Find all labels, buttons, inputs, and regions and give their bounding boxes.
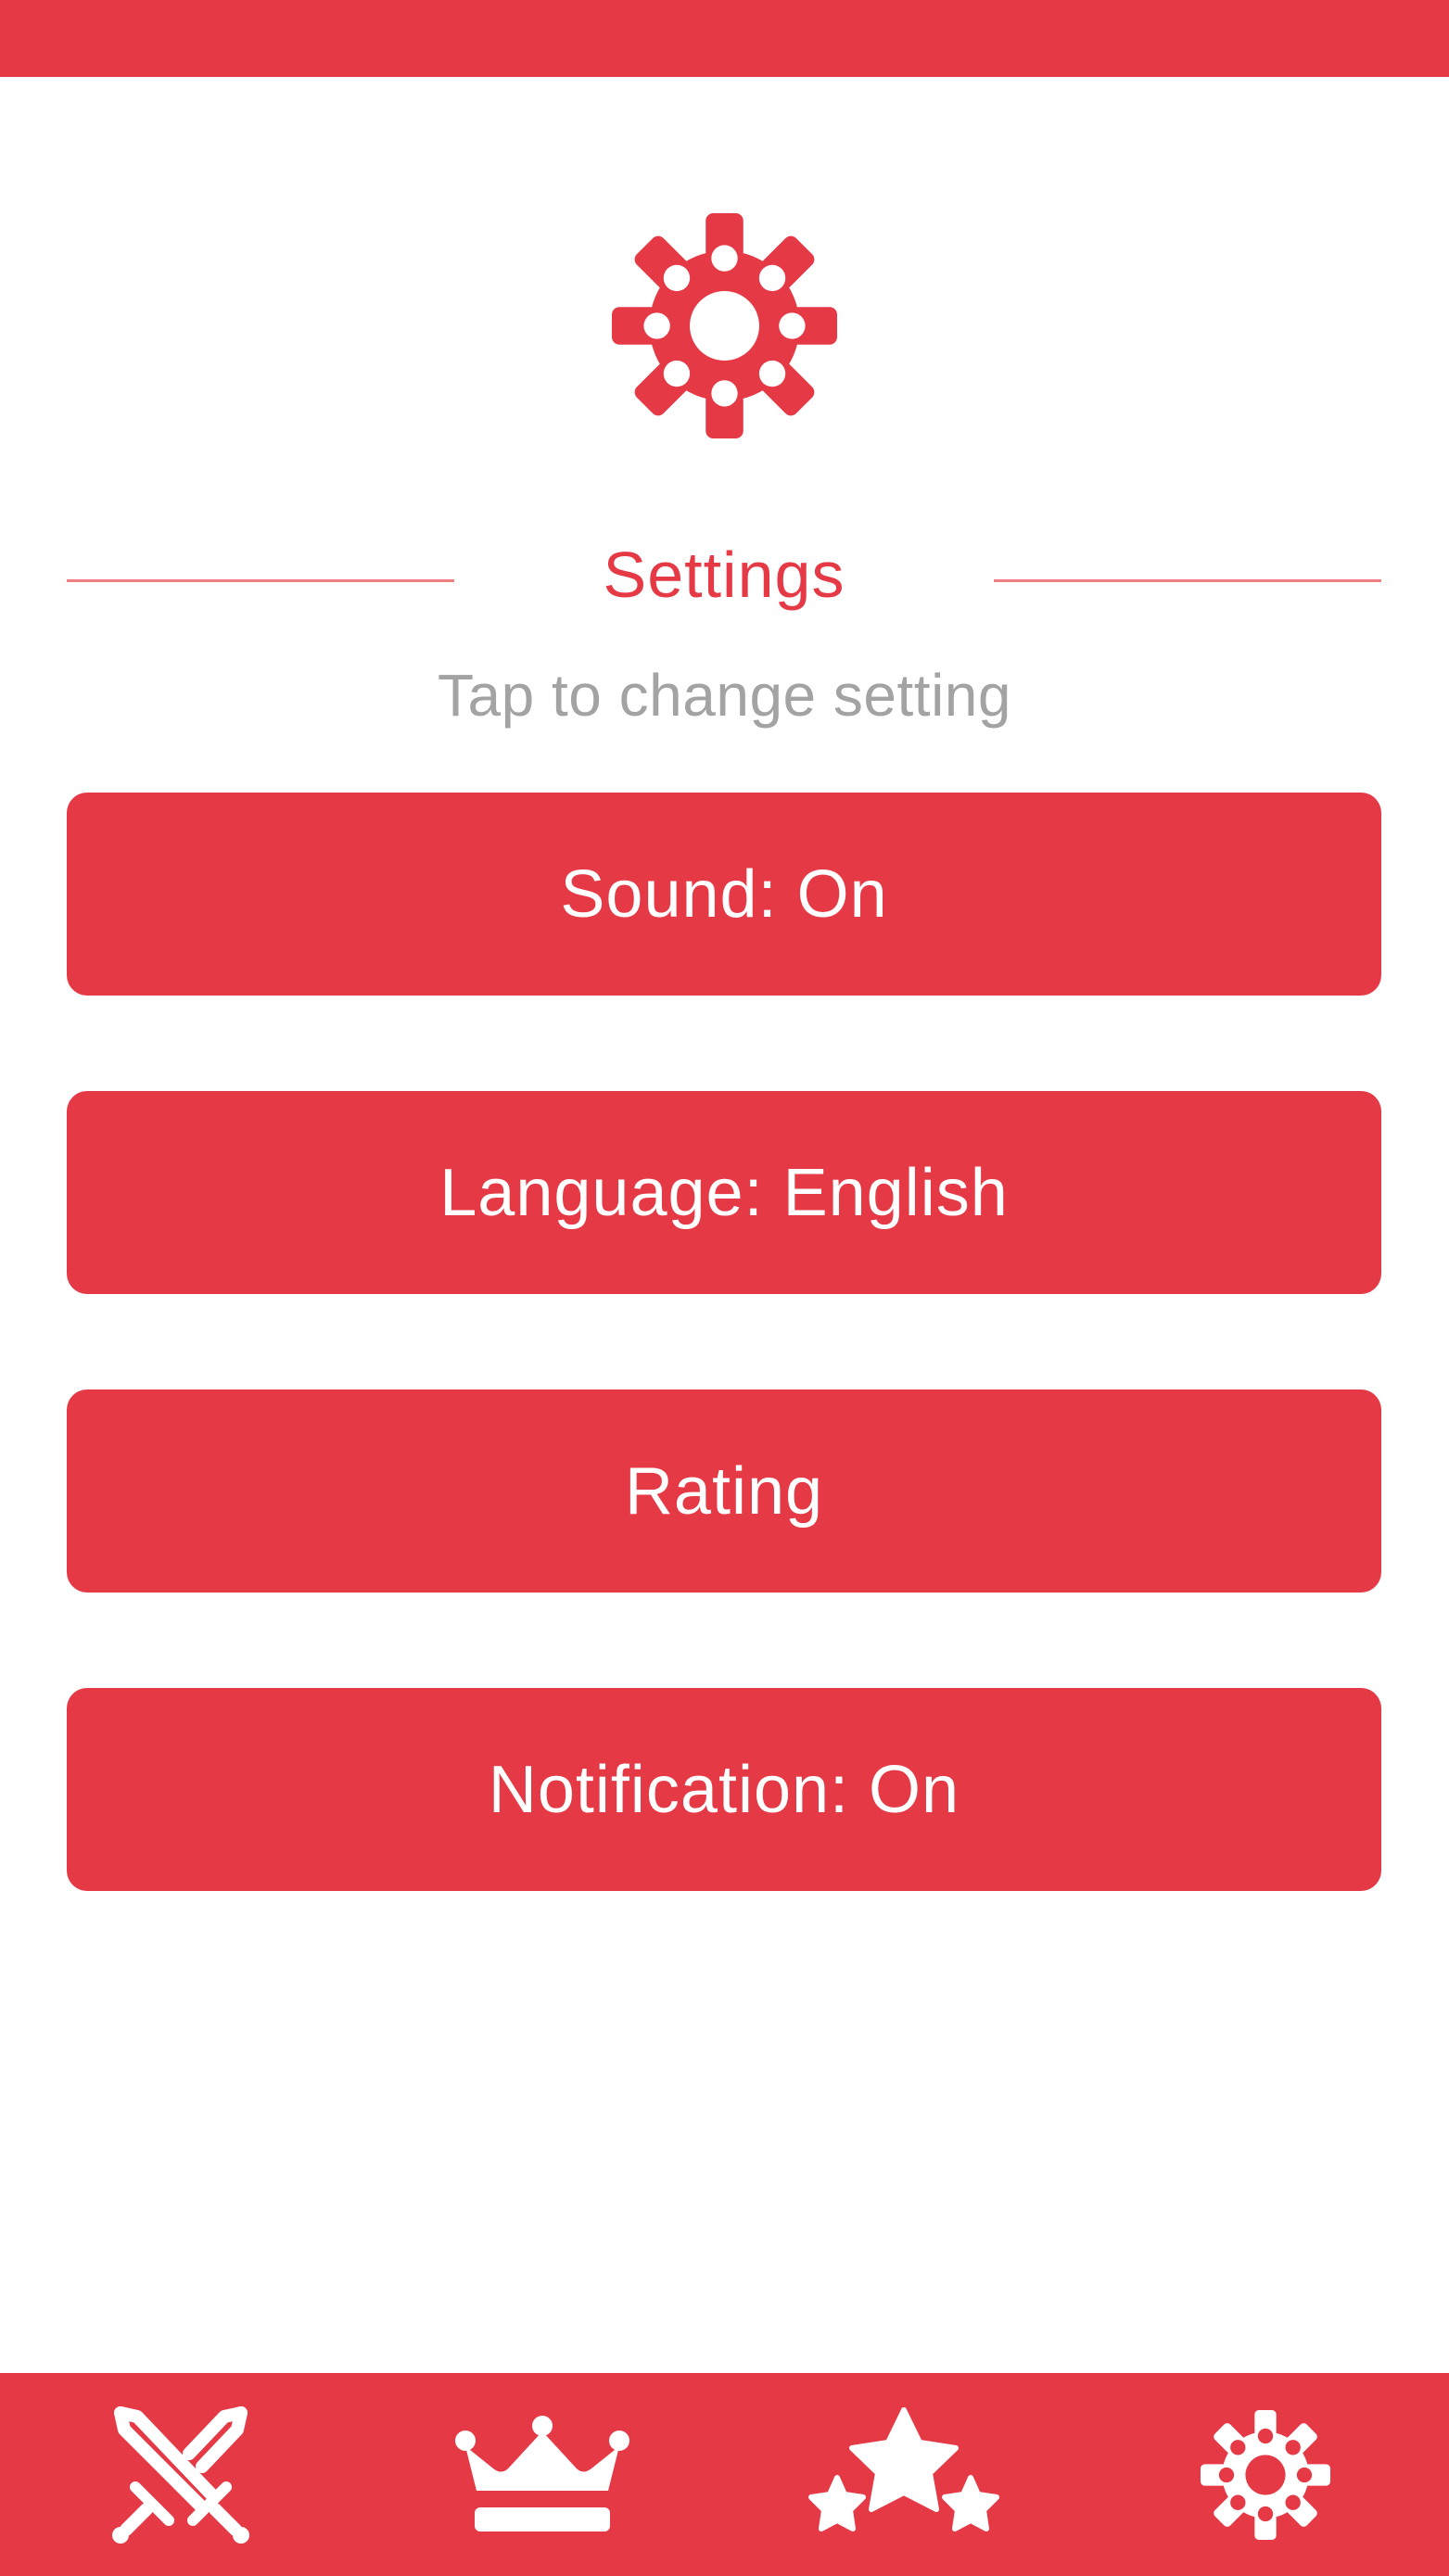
crown-icon <box>455 2415 629 2532</box>
nav-achievements-tab[interactable] <box>723 2373 1085 2576</box>
sound-setting-button[interactable]: Sound: On <box>67 793 1381 996</box>
rating-button[interactable]: Rating <box>67 1390 1381 1593</box>
title-row: Settings <box>67 528 1381 621</box>
page-title: Settings <box>603 539 845 611</box>
stars-icon <box>808 2406 999 2532</box>
bottom-nav <box>0 2373 1449 2576</box>
settings-screen: Settings Tap to change setting Sound: On… <box>0 0 1449 2576</box>
page-subtitle: Tap to change setting <box>438 662 1011 729</box>
notification-setting-button[interactable]: Notification: On <box>67 1688 1381 1891</box>
nav-settings-tab[interactable] <box>1085 2373 1446 2576</box>
top-bar <box>0 0 1449 77</box>
nav-leaderboard-tab[interactable] <box>362 2373 723 2576</box>
language-setting-button[interactable]: Language: English <box>67 1091 1381 1294</box>
title-divider-right <box>994 579 1381 582</box>
crossed-swords-icon <box>112 2405 249 2544</box>
gear-icon <box>1201 2409 1330 2540</box>
nav-battle-tab[interactable] <box>0 2373 362 2576</box>
gear-icon <box>612 213 837 438</box>
